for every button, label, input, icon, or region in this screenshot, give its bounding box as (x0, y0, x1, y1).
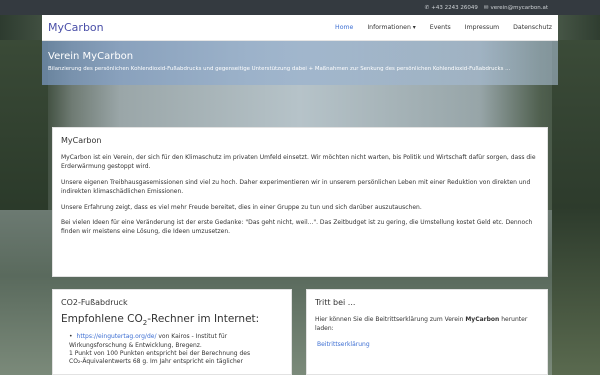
phone-icon: ✆ (424, 4, 430, 11)
brand-logo[interactable]: MyCarbon (48, 21, 104, 34)
nav-menu: Home Informationen Events Impressum Date… (335, 24, 552, 31)
intro-paragraph: MyCarbon ist ein Verein, der sich für de… (61, 154, 536, 171)
intro-paragraph: Unsere Erfahrung zeigt, dass es viel meh… (61, 203, 422, 211)
main-navbar: MyCarbon Home Informationen Events Impre… (42, 15, 558, 41)
email-address: verein@mycarbon.at (490, 4, 548, 11)
nav-item-home[interactable]: Home (335, 24, 353, 31)
nav-item-impressum[interactable]: Impressum (465, 24, 499, 31)
envelope-icon: ✉ (483, 4, 489, 11)
nav-item-events[interactable]: Events (430, 24, 451, 31)
background-trees-right (552, 40, 600, 375)
phone-number: +43 2243 26049 (431, 4, 478, 11)
intro-paragraph: Unsere eigenen Treibhausgasemissionen si… (61, 178, 531, 196)
hero-banner: Verein MyCarbon Bilanzierung des persönl… (42, 41, 558, 85)
nav-item-datenschutz[interactable]: Datenschutz (513, 24, 552, 31)
join-card: Tritt bei ... Hier können Sie die Beitri… (306, 289, 548, 375)
top-contact-bar: ✆ +43 2243 26049 ✉ verein@mycarbon.at (0, 0, 600, 15)
calculator-link[interactable]: https://eingutertag.org/de/ (77, 333, 157, 340)
membership-form-link[interactable]: Beitrittserklärung (315, 341, 539, 348)
hero-subtitle: Bilanzierung des persönlichen Kohlendiox… (48, 66, 511, 72)
intro-paragraph: Bei vielen Ideen für eine Veränderung is… (61, 219, 533, 236)
co2-card-title: CO2-Fußabdruck (61, 298, 128, 307)
nav-item-informationen[interactable]: Informationen (367, 24, 415, 31)
phone-contact[interactable]: ✆ +43 2243 26049 (425, 5, 478, 11)
list-item: https://eingutertag.org/de/ von Kairos -… (69, 333, 283, 367)
email-contact[interactable]: ✉ verein@mycarbon.at (484, 5, 548, 11)
join-card-title: Tritt bei ... (315, 298, 356, 307)
intro-card: MyCarbon MyCarbon ist ein Verein, der si… (52, 127, 548, 277)
co2-calculator-heading: Empfohlene CO2-Rechner im Internet: (61, 313, 260, 328)
hero-title: Verein MyCarbon (48, 51, 134, 62)
calculator-list: https://eingutertag.org/de/ von Kairos -… (61, 333, 283, 367)
co2-footprint-card: CO2-Fußabdruck Empfohlene CO2-Rechner im… (52, 289, 292, 375)
join-text: Hier können Sie die Beitrittserklärung z… (315, 316, 528, 332)
intro-title: MyCarbon (61, 136, 102, 145)
